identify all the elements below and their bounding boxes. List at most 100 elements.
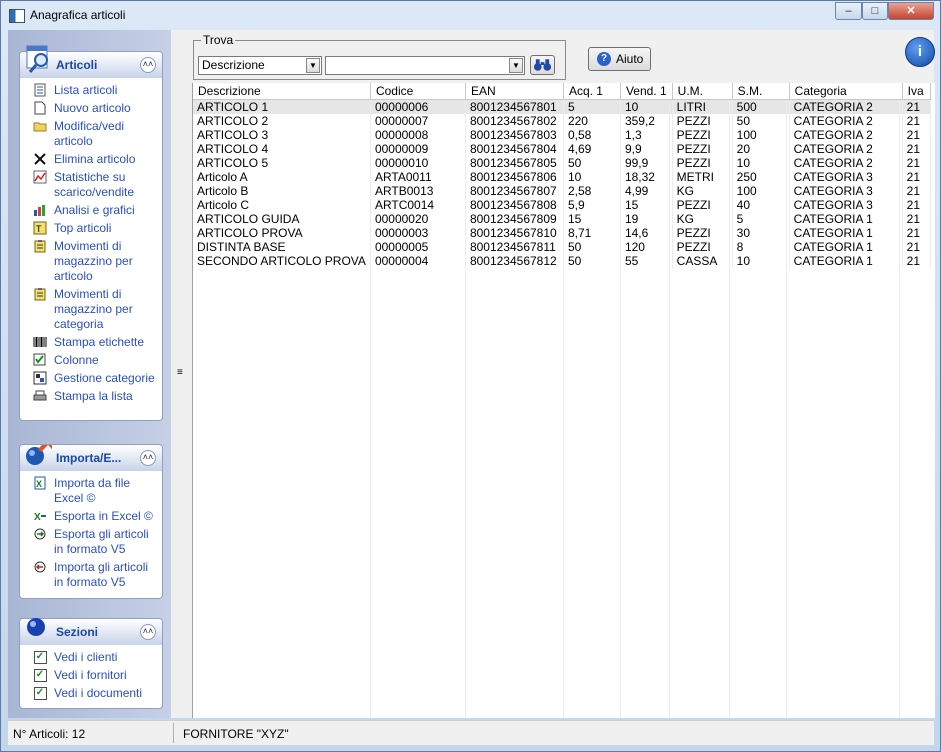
search-input[interactable]: ▼	[325, 56, 525, 75]
table-cell: CATEGORIA 2	[789, 142, 903, 156]
table-row[interactable]: ARTICOLO GUIDA 00000020 8001234567809 15 19 K…	[193, 212, 931, 226]
title-bar[interactable]: Anagrafica articoli – □ ✕	[1, 1, 940, 29]
sezioni-item-0[interactable]: ✓ Vedi i clienti	[20, 649, 162, 667]
search-button[interactable]	[530, 55, 555, 75]
articoli-item-8[interactable]: Movimenti di magazzino per categoria	[20, 286, 162, 334]
articoli-item-label[interactable]: Movimenti di magazzino per articolo	[54, 239, 159, 284]
importa-item-0[interactable]: X Importa da file Excel ©	[20, 475, 162, 508]
table-row[interactable]: DISTINTA BASE 00000005 8001234567811 50 120 P…	[193, 240, 931, 254]
table-cell: 4,99	[620, 184, 673, 198]
articoli-item-12[interactable]: Stampa la lista	[20, 388, 162, 406]
articoli-collapse-button[interactable]: ˄˄	[140, 57, 156, 73]
table-cell: CATEGORIA 2	[789, 128, 903, 142]
table-body: ARTICOLO 1 00000006 8001234567801 5 10 LITRI 5…	[193, 99, 931, 268]
sezioni-item-label[interactable]: Vedi i documenti	[54, 686, 159, 701]
sezioni-item-label[interactable]: Vedi i clienti	[54, 650, 159, 665]
articoli-item-6[interactable]: T Top articoli	[20, 220, 162, 238]
articoli-item-label[interactable]: Nuovo articolo	[54, 101, 159, 116]
info-icon[interactable]: i	[905, 37, 935, 67]
column-header[interactable]: Acq. 1	[563, 83, 621, 100]
articoli-item-1[interactable]: Nuovo articolo	[20, 100, 162, 118]
sezioni-collapse-button[interactable]: ˄˄	[140, 624, 156, 640]
importa-panel-header[interactable]: Importa/E... ˄˄	[20, 445, 162, 471]
column-header[interactable]: EAN	[465, 83, 564, 100]
articoli-item-label[interactable]: Lista articoli	[54, 83, 159, 98]
table-row[interactable]: ARTICOLO 3 00000008 8001234567803 0,58 1,3 PE…	[193, 128, 931, 142]
table-cell: PEZZI	[672, 142, 733, 156]
importa-collapse-button[interactable]: ˄˄	[140, 450, 156, 466]
importa-item-2[interactable]: Esporta gli articoli in formato V5	[20, 526, 162, 559]
close-button[interactable]: ✕	[888, 2, 934, 20]
maximize-button[interactable]: □	[862, 2, 888, 20]
articoli-item-label[interactable]: Top articoli	[54, 221, 159, 236]
articoli-item-label[interactable]: Elimina articolo	[54, 152, 159, 167]
checkbox-icon[interactable]: ✓	[32, 668, 48, 682]
splitter[interactable]: ≡	[176, 32, 189, 716]
column-header[interactable]: Categoria	[789, 83, 903, 100]
table-cell: ARTICOLO 5	[193, 156, 371, 170]
articoli-item-label[interactable]: Stampa la lista	[54, 389, 159, 404]
articles-grid[interactable]: Descrizione Codice EAN Acq. 1 Vend. 1 U.M. S.M…	[192, 83, 935, 718]
articoli-item-0[interactable]: Lista articoli	[20, 82, 162, 100]
table-header-row: Descrizione Codice EAN Acq. 1 Vend. 1 U.M. S.M…	[193, 83, 931, 100]
sezioni-item-label[interactable]: Vedi i fornitori	[54, 668, 159, 683]
line-chart-icon	[32, 170, 48, 184]
chevron-down-icon[interactable]: ▼	[306, 58, 320, 73]
column-header[interactable]: S.M.	[732, 83, 790, 100]
help-button[interactable]: ? Aiuto	[588, 47, 651, 71]
table-row[interactable]: ARTICOLO 2 00000007 8001234567802 220 359,2 P…	[193, 114, 931, 128]
importa-panel: Importa/E... ˄˄ X Importa da file Excel ©…	[20, 445, 162, 598]
articoli-item-11[interactable]: Gestione categorie	[20, 370, 162, 388]
articoli-item-label[interactable]: Modifica/vedi articolo	[54, 119, 159, 149]
articoli-panel-header[interactable]: Articoli ˄˄	[20, 45, 162, 78]
articoli-item-2[interactable]: Modifica/vedi articolo	[20, 118, 162, 151]
articoli-item-label[interactable]: Colonne	[54, 353, 159, 368]
minimize-button[interactable]: –	[835, 2, 862, 20]
table-cell: CATEGORIA 1	[789, 212, 903, 226]
importa-item-label[interactable]: Esporta gli articoli in formato V5	[54, 527, 159, 557]
column-header[interactable]: Vend. 1	[620, 83, 673, 100]
checkbox-icon[interactable]: ✓	[32, 650, 48, 664]
column-header[interactable]: U.M.	[672, 83, 733, 100]
importa-items: X Importa da file Excel © X Esporta in Exce…	[20, 471, 162, 596]
column-header[interactable]: Codice	[370, 83, 466, 100]
table-cell: 21	[902, 128, 931, 142]
articoli-item-label[interactable]: Analisi e grafici	[54, 203, 159, 218]
table-row[interactable]: Articolo A ARTA0011 8001234567806 10 18,32 ME…	[193, 170, 931, 184]
articoli-item-label[interactable]: Gestione categorie	[54, 371, 159, 386]
checkbox-icon[interactable]: ✓	[32, 686, 48, 700]
articoli-item-label[interactable]: Movimenti di magazzino per categoria	[54, 287, 159, 332]
sezioni-item-2[interactable]: ✓ Vedi i documenti	[20, 685, 162, 703]
table-cell: 8001234567805	[465, 156, 564, 170]
table-row[interactable]: ARTICOLO 5 00000010 8001234567805 50 99,9 PEZ…	[193, 156, 931, 170]
articoli-item-label[interactable]: Statistiche su scarico/vendite	[54, 170, 159, 200]
articoli-item-3[interactable]: Elimina articolo	[20, 151, 162, 169]
table-cell: 21	[902, 226, 931, 240]
column-header[interactable]: Iva	[902, 83, 931, 100]
table-cell: ARTICOLO 2	[193, 114, 371, 128]
importa-item-1[interactable]: X Esporta in Excel ©	[20, 508, 162, 526]
table-row[interactable]: Articolo B ARTB0013 8001234567807 2,58 4,99 K…	[193, 184, 931, 198]
table-row[interactable]: ARTICOLO 4 00000009 8001234567804 4,69 9,9 PE…	[193, 142, 931, 156]
articoli-item-label[interactable]: Stampa etichette	[54, 335, 159, 350]
importa-item-label[interactable]: Importa gli articoli in formato V5	[54, 560, 159, 590]
table-row[interactable]: ARTICOLO 1 00000006 8001234567801 5 10 LITRI 5…	[193, 99, 931, 114]
articoli-item-7[interactable]: Movimenti di magazzino per articolo	[20, 238, 162, 286]
table-cell: PEZZI	[672, 198, 733, 212]
table-cell: 5	[732, 212, 790, 226]
chevron-down-icon[interactable]: ▼	[509, 58, 523, 73]
articoli-item-10[interactable]: Colonne	[20, 352, 162, 370]
search-field-select[interactable]: Descrizione ▼	[198, 56, 322, 75]
column-header[interactable]: Descrizione	[193, 83, 371, 100]
articoli-item-5[interactable]: Analisi e grafici	[20, 202, 162, 220]
sezioni-panel-header[interactable]: Sezioni ˄˄	[20, 618, 162, 645]
sezioni-item-1[interactable]: ✓ Vedi i fornitori	[20, 667, 162, 685]
articoli-item-4[interactable]: Statistiche su scarico/vendite	[20, 169, 162, 202]
articoli-item-9[interactable]: Stampa etichette	[20, 334, 162, 352]
importa-item-label[interactable]: Importa da file Excel ©	[54, 476, 159, 506]
table-row[interactable]: ARTICOLO PROVA 00000003 8001234567810 8,71 1…	[193, 226, 931, 240]
importa-item-3[interactable]: Importa gli articoli in formato V5	[20, 559, 162, 592]
table-row[interactable]: SECONDO ARTICOLO PROVA 00000004 8001234567…	[193, 254, 931, 268]
table-row[interactable]: Articolo C ARTC0014 8001234567808 5,9 15 PEZZ…	[193, 198, 931, 212]
importa-item-label[interactable]: Esporta in Excel ©	[54, 509, 159, 524]
